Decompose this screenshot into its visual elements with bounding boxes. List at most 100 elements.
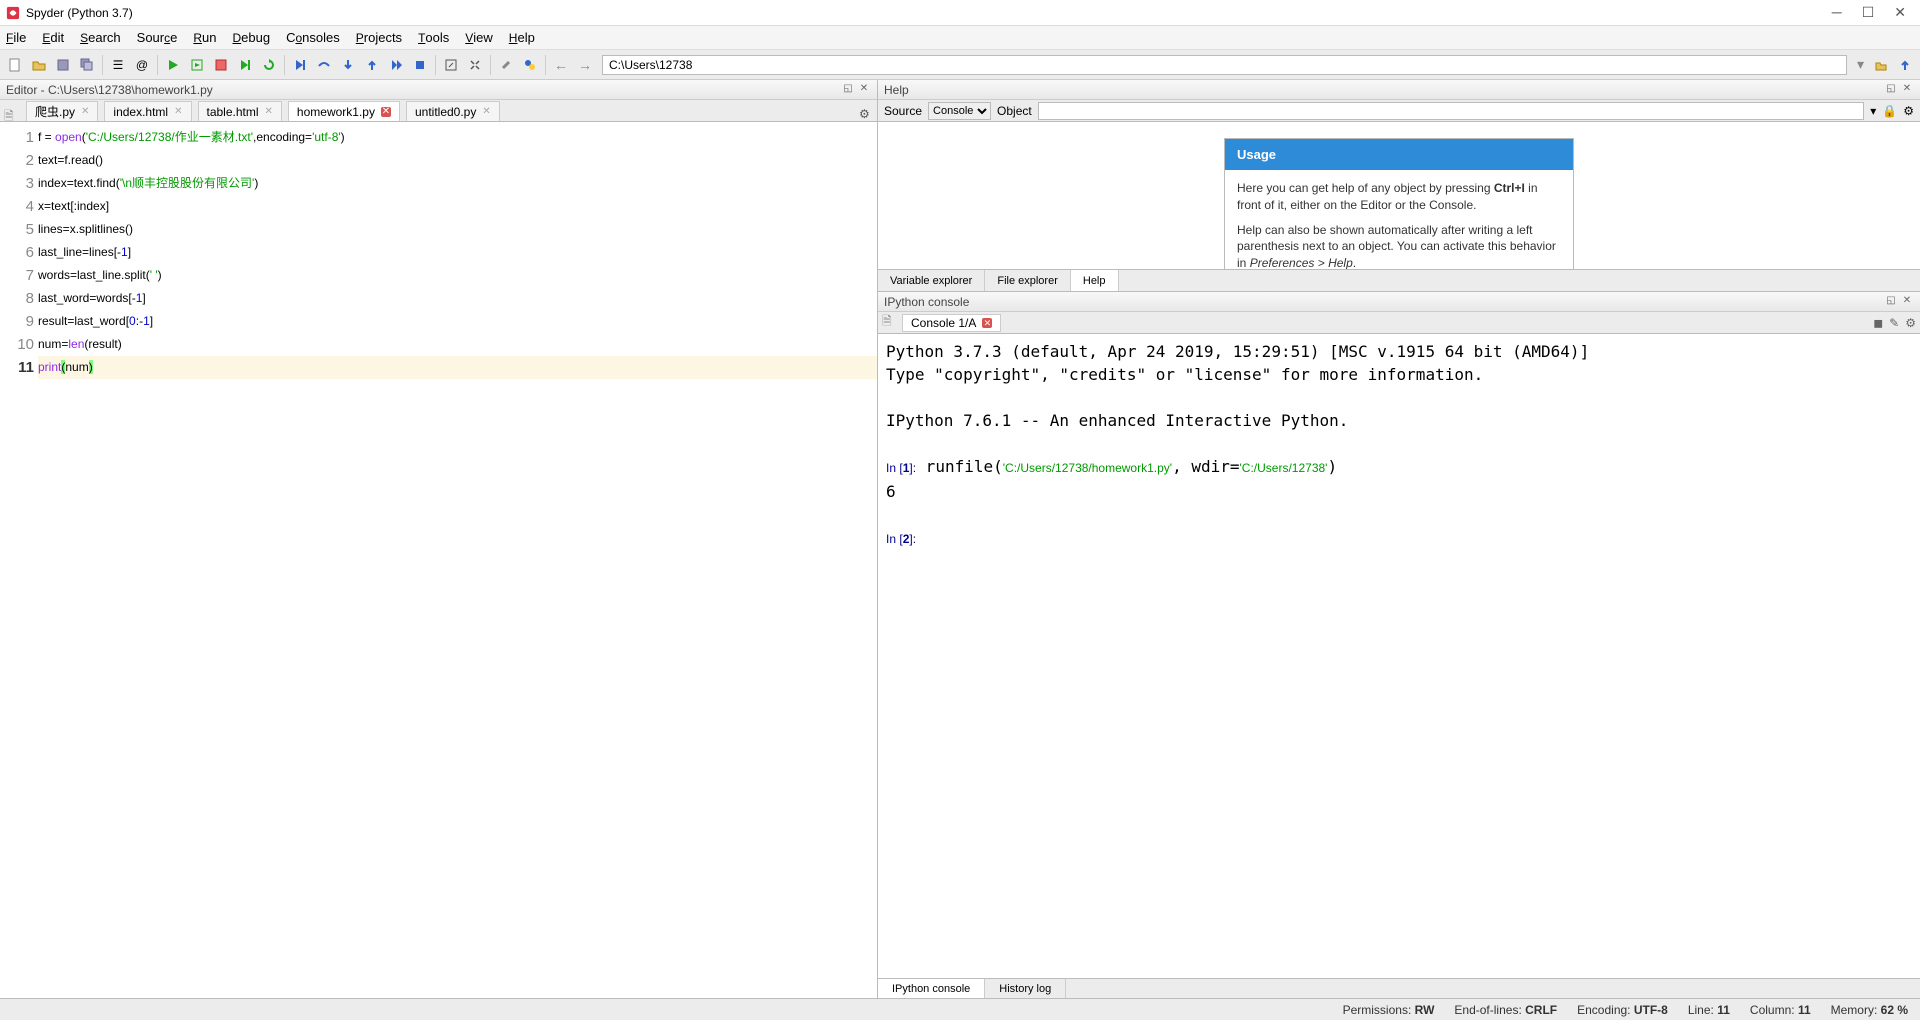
maximize-button[interactable]: ☐ xyxy=(1862,4,1875,21)
minimize-button[interactable]: ─ xyxy=(1832,4,1842,21)
menu-run[interactable]: Run xyxy=(193,30,216,45)
close-icon[interactable]: ✕ xyxy=(265,106,273,117)
line-content: words=last_line.split(' ') xyxy=(38,264,877,287)
menu-source[interactable]: Source xyxy=(137,30,178,45)
code-line[interactable]: 7words=last_line.split(' ') xyxy=(0,264,877,287)
tab-ipython-console[interactable]: IPython console xyxy=(878,979,985,998)
open-file-icon[interactable] xyxy=(28,54,50,76)
browse-dir-icon[interactable] xyxy=(1870,54,1892,76)
usage-paragraph-1: Here you can get help of any object by p… xyxy=(1237,180,1561,214)
back-icon[interactable]: ← xyxy=(550,57,572,73)
toolbar: ☰ @ ← → ▾ xyxy=(0,50,1920,80)
menu-projects[interactable]: Projects xyxy=(356,30,402,45)
debug-icon[interactable] xyxy=(289,54,311,76)
rerun-icon[interactable] xyxy=(258,54,280,76)
dropdown-icon[interactable]: ▾ xyxy=(1870,104,1876,118)
close-icon[interactable]: ✕ xyxy=(982,318,992,328)
editor-tab[interactable]: 爬虫.py✕ xyxy=(26,101,98,121)
pane-undock-icon[interactable]: ◱ xyxy=(1884,295,1898,309)
at-icon[interactable]: @ xyxy=(131,54,153,76)
fullscreen-icon[interactable] xyxy=(464,54,486,76)
editor-tab-label: index.html xyxy=(113,105,168,119)
documents-icon[interactable]: 🗎 xyxy=(882,312,896,333)
code-line[interactable]: 6last_line=lines[-1] xyxy=(0,241,877,264)
interrupt-icon[interactable]: ✎ xyxy=(1889,316,1899,330)
path-dropdown-icon[interactable]: ▾ xyxy=(1853,56,1868,73)
close-icon[interactable]: ✕ xyxy=(174,106,182,117)
pane-close-icon[interactable]: ✕ xyxy=(1900,295,1914,309)
code-line[interactable]: 9result=last_word[0:-1] xyxy=(0,310,877,333)
menu-view[interactable]: View xyxy=(465,30,493,45)
console-tab[interactable]: Console 1/A ✕ xyxy=(902,314,1001,332)
pane-undock-icon[interactable]: ◱ xyxy=(841,83,855,97)
menu-tools[interactable]: Tools xyxy=(418,30,449,45)
preferences-icon[interactable] xyxy=(495,54,517,76)
editor-tab[interactable]: untitled0.py✕ xyxy=(406,101,500,121)
code-line[interactable]: 5lines=x.splitlines() xyxy=(0,218,877,241)
help-usage-card: Usage Here you can get help of any objec… xyxy=(1224,138,1574,269)
working-dir-input[interactable] xyxy=(602,55,1847,75)
code-line[interactable]: 11print(num) xyxy=(0,356,877,379)
editor-tab[interactable]: table.html✕ xyxy=(198,101,282,121)
object-input[interactable] xyxy=(1038,102,1865,120)
new-file-icon[interactable] xyxy=(4,54,26,76)
gear-icon[interactable]: ⚙ xyxy=(859,107,873,121)
run-cell-advance-icon[interactable] xyxy=(210,54,232,76)
menu-edit[interactable]: Edit xyxy=(42,30,64,45)
code-line[interactable]: 4x=text[:index] xyxy=(0,195,877,218)
source-select[interactable]: Console xyxy=(928,102,991,120)
editor-tab[interactable]: homework1.py✕ xyxy=(288,101,400,121)
tab-variable-explorer[interactable]: Variable explorer xyxy=(878,270,985,291)
spyder-app-icon xyxy=(6,6,20,20)
outline-icon[interactable]: ☰ xyxy=(107,54,129,76)
console-output[interactable]: Python 3.7.3 (default, Apr 24 2019, 15:2… xyxy=(878,334,1920,978)
menu-search[interactable]: Search xyxy=(80,30,121,45)
run-icon[interactable] xyxy=(162,54,184,76)
tab-history-log[interactable]: History log xyxy=(985,979,1066,998)
continue-icon[interactable] xyxy=(385,54,407,76)
menu-debug[interactable]: Debug xyxy=(233,30,271,45)
code-line[interactable]: 8last_word=words[-1] xyxy=(0,287,877,310)
run-cell-icon[interactable] xyxy=(186,54,208,76)
parent-dir-icon[interactable] xyxy=(1894,54,1916,76)
code-line[interactable]: 3index=text.find('\n顺丰控股股份有限公司') xyxy=(0,172,877,195)
stop-kernel-icon[interactable]: ◼ xyxy=(1873,316,1883,330)
editor-tab[interactable]: index.html ✕ xyxy=(104,101,191,121)
close-icon[interactable]: ✕ xyxy=(482,106,490,117)
step-into-icon[interactable] xyxy=(337,54,359,76)
code-editor[interactable]: 1f = open('C:/Users/12738/作业一素材.txt',enc… xyxy=(0,122,877,998)
pane-close-icon[interactable]: ✕ xyxy=(1900,83,1914,97)
step-over-icon[interactable] xyxy=(313,54,335,76)
code-line[interactable]: 1f = open('C:/Users/12738/作业一素材.txt',enc… xyxy=(0,126,877,149)
code-line[interactable]: 2text=f.read() xyxy=(0,149,877,172)
save-icon[interactable] xyxy=(52,54,74,76)
forward-icon[interactable]: → xyxy=(574,57,596,73)
gear-icon[interactable]: ⚙ xyxy=(1903,104,1914,118)
lock-icon[interactable]: 🔒 xyxy=(1882,104,1897,118)
save-all-icon[interactable] xyxy=(76,54,98,76)
menu-consoles[interactable]: Consoles xyxy=(286,30,340,45)
close-icon[interactable]: ✕ xyxy=(81,106,89,117)
separator xyxy=(157,55,158,75)
menu-file[interactable]: File xyxy=(6,30,26,45)
stop-debug-icon[interactable] xyxy=(409,54,431,76)
documents-icon[interactable]: 🗎 xyxy=(4,107,18,121)
gear-icon[interactable]: ⚙ xyxy=(1905,316,1916,330)
menu-help[interactable]: Help xyxy=(509,30,535,45)
tab-file-explorer[interactable]: File explorer xyxy=(985,270,1071,291)
close-button[interactable]: ✕ xyxy=(1894,4,1906,21)
status-permissions: Permissions: RW xyxy=(1343,1003,1435,1017)
pane-undock-icon[interactable]: ◱ xyxy=(1884,83,1898,97)
code-line[interactable]: 10num=len(result) xyxy=(0,333,877,356)
pane-close-icon[interactable]: ✕ xyxy=(857,83,871,97)
step-out-icon[interactable] xyxy=(361,54,383,76)
help-bottom-tabs: Variable explorer File explorer Help xyxy=(878,269,1920,291)
close-icon[interactable]: ✕ xyxy=(381,107,391,117)
help-header-label: Help xyxy=(884,83,909,97)
tab-help[interactable]: Help xyxy=(1071,270,1119,291)
python-path-icon[interactable] xyxy=(519,54,541,76)
maximize-pane-icon[interactable] xyxy=(440,54,462,76)
run-selection-icon[interactable] xyxy=(234,54,256,76)
line-number: 4 xyxy=(0,195,38,218)
line-content: num=len(result) xyxy=(38,333,877,356)
